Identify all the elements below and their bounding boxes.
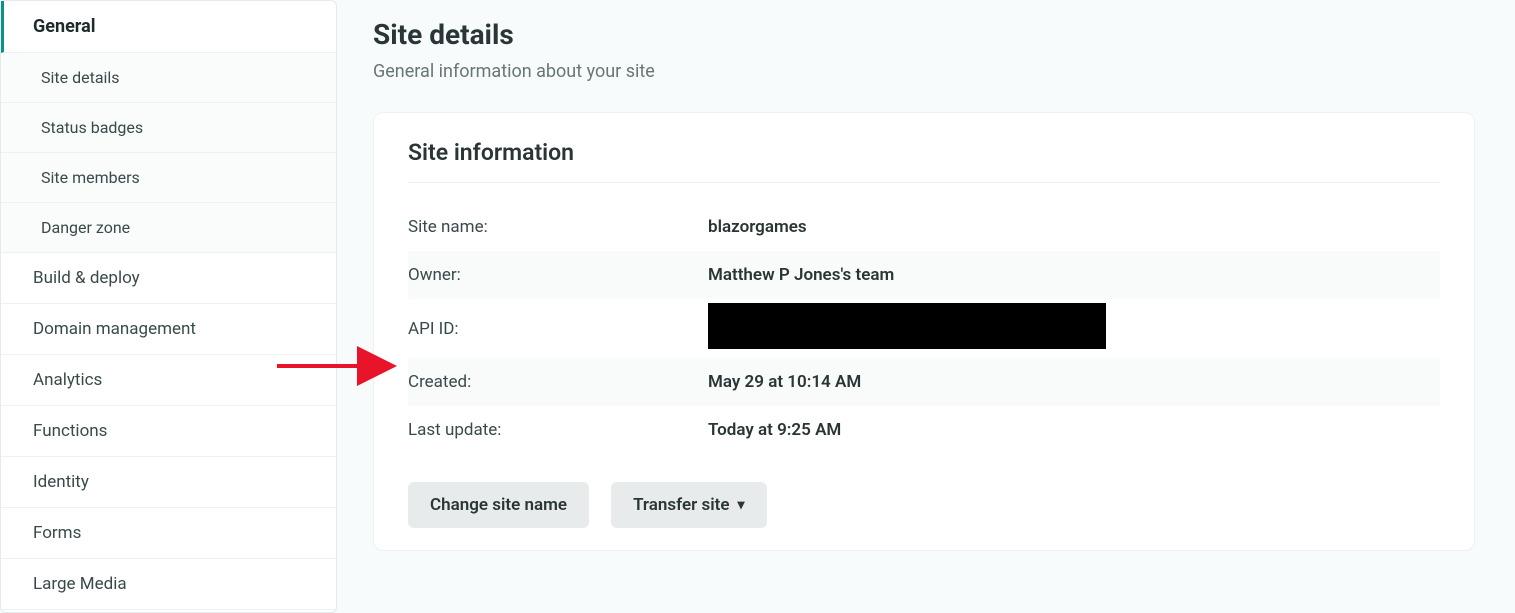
change-site-name-button[interactable]: Change site name — [408, 482, 589, 528]
info-label: Last update: — [408, 420, 708, 440]
sidebar-subitem-status-badges[interactable]: Status badges — [1, 103, 336, 153]
info-label: API ID: — [408, 319, 708, 339]
info-row-created: Created: May 29 at 10:14 AM — [408, 358, 1440, 406]
button-label: Change site name — [430, 495, 567, 515]
sidebar-item-label: Functions — [33, 421, 107, 441]
info-value-site-name: blazorgames — [708, 217, 807, 237]
info-row-owner: Owner: Matthew P Jones's team — [408, 251, 1440, 299]
sidebar-subitem-label: Danger zone — [41, 218, 130, 237]
sidebar-item-label: Domain management — [33, 319, 196, 339]
site-information-card: Site information Site name: blazorgames … — [373, 112, 1475, 551]
info-row-last-update: Last update: Today at 9:25 AM — [408, 406, 1440, 454]
sidebar-item-label: Forms — [33, 523, 81, 543]
info-label: Owner: — [408, 265, 708, 285]
sidebar-subitem-label: Status badges — [41, 118, 143, 137]
sidebar-subitem-site-details[interactable]: Site details — [1, 53, 336, 103]
sidebar-item-label: General — [33, 16, 96, 37]
sidebar-subitem-label: Site details — [41, 68, 120, 87]
button-label: Transfer site — [633, 495, 729, 515]
transfer-site-button[interactable]: Transfer site ▾ — [611, 482, 766, 528]
sidebar-subitem-label: Site members — [41, 168, 140, 187]
info-label: Site name: — [408, 217, 708, 237]
sidebar-item-functions[interactable]: Functions — [1, 406, 336, 457]
sidebar-item-label: Analytics — [33, 370, 102, 390]
info-value-api-id — [708, 313, 1106, 344]
card-title: Site information — [408, 139, 1440, 183]
info-value-owner: Matthew P Jones's team — [708, 265, 894, 285]
sidebar-item-label: Large Media — [33, 574, 127, 594]
sidebar-item-large-media[interactable]: Large Media — [1, 559, 336, 610]
sidebar-subitem-site-members[interactable]: Site members — [1, 153, 336, 203]
info-value-created: May 29 at 10:14 AM — [708, 372, 861, 392]
page-subtitle: General information about your site — [373, 61, 1475, 82]
info-label: Created: — [408, 372, 708, 392]
info-value-last-update: Today at 9:25 AM — [708, 420, 841, 440]
sidebar-item-forms[interactable]: Forms — [1, 508, 336, 559]
sidebar-item-label: Build & deploy — [33, 268, 140, 288]
main-content: Site details General information about y… — [337, 0, 1515, 613]
chevron-down-icon: ▾ — [737, 497, 744, 513]
sidebar-item-identity[interactable]: Identity — [1, 457, 336, 508]
card-actions: Change site name Transfer site ▾ — [408, 482, 1440, 528]
info-row-site-name: Site name: blazorgames — [408, 203, 1440, 251]
sidebar-item-label: Identity — [33, 472, 89, 492]
sidebar-item-build-deploy[interactable]: Build & deploy — [1, 253, 336, 304]
page-title: Site details — [373, 18, 1475, 51]
sidebar-item-general[interactable]: General — [1, 1, 336, 53]
info-row-api-id: API ID: — [408, 299, 1440, 358]
sidebar-subitem-danger-zone[interactable]: Danger zone — [1, 203, 336, 253]
site-info-table: Site name: blazorgames Owner: Matthew P … — [408, 203, 1440, 454]
redacted-block — [708, 303, 1106, 349]
sidebar-item-analytics[interactable]: Analytics — [1, 355, 336, 406]
sidebar-item-domain-management[interactable]: Domain management — [1, 304, 336, 355]
settings-sidebar: General Site details Status badges Site … — [0, 0, 337, 613]
